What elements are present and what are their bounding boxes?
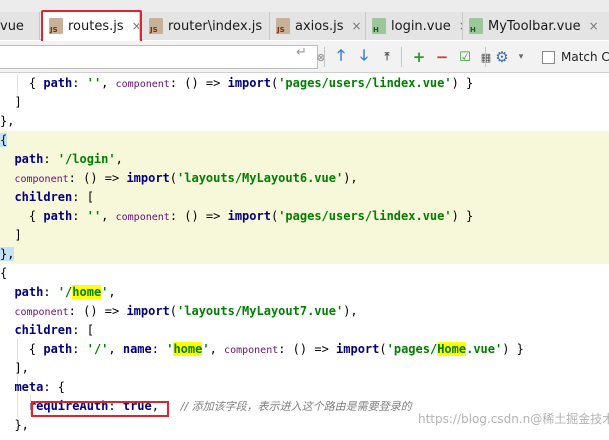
code-line: path: '/login', xyxy=(0,150,609,169)
tab-mytoolbar-vue[interactable]: MyToolbar.vue × xyxy=(463,12,609,40)
previous-occurrence-icon[interactable]: 🡑 xyxy=(332,46,350,66)
watermark-text: https://blog.csdn.n@稀土掘金技术社区 xyxy=(418,412,609,426)
tab-login-vue[interactable]: login.vue × xyxy=(366,12,463,40)
code-line: ], xyxy=(14,361,29,375)
match-case-checkbox[interactable] xyxy=(542,51,555,64)
toolbar-separator xyxy=(485,47,486,67)
code-line: { path: '', component: () => import('pag… xyxy=(28,76,474,90)
enter-icon: ↵ xyxy=(296,45,307,60)
tab-label: MyToolbar.vue xyxy=(488,18,581,34)
settings-gear-icon[interactable]: ⚙ xyxy=(493,48,511,66)
toolbar-separator xyxy=(324,47,325,67)
js-file-icon xyxy=(149,18,163,34)
close-tab-icon[interactable]: × xyxy=(352,19,362,33)
tab-label: axios.js xyxy=(295,18,344,34)
require-auth-highlight-box xyxy=(31,401,169,417)
code-line: { path: '/', name: 'home', component: ()… xyxy=(28,342,524,356)
remove-selection-icon[interactable]: − xyxy=(433,48,451,66)
tab-router-index-js[interactable]: router\index.js × xyxy=(143,12,270,40)
code-editor[interactable]: { path: '', component: () => import('pag… xyxy=(0,74,609,440)
code-line: path: '/home', xyxy=(14,285,116,299)
code-line: children: [ xyxy=(0,188,609,207)
code-line: }, xyxy=(0,245,609,264)
code-line: children: [ xyxy=(14,323,94,337)
tab-axios-js[interactable]: axios.js × xyxy=(270,12,366,40)
code-line: component: () => import('layouts/MyLayou… xyxy=(0,169,609,188)
code-line: { xyxy=(0,266,8,280)
code-line: ] xyxy=(14,95,22,109)
code-line: { path: '', component: () => import('pag… xyxy=(0,207,609,226)
tab-label: vue xyxy=(0,18,24,34)
code-line: { xyxy=(0,131,609,150)
find-toolbar: ↵ ⊗ 🡑 🡓 ⤒ + − ☑ ▦ ⚙ ▾ Match Ca xyxy=(0,41,609,73)
add-selection-icon[interactable]: + xyxy=(410,48,428,66)
code-line: }, xyxy=(0,114,15,128)
code-line: ] xyxy=(0,226,609,245)
js-file-icon xyxy=(276,18,290,34)
clear-search-icon[interactable]: ⊗ xyxy=(312,48,330,66)
code-line: component: () => import('layouts/MyLayou… xyxy=(14,304,358,318)
tab-previous-vue[interactable]: vue xyxy=(0,12,40,40)
dropdown-arrow-icon[interactable]: ▾ xyxy=(512,48,530,66)
select-all-occurrences-icon[interactable]: ☑ xyxy=(456,48,474,66)
match-case-label: Match Ca xyxy=(561,50,609,64)
tab-label: login.vue xyxy=(391,18,451,34)
vue-file-icon xyxy=(372,18,386,34)
tab-label: router\index.js xyxy=(168,18,263,34)
find-all-icon[interactable]: ⤒ xyxy=(378,48,396,66)
vue-file-icon xyxy=(469,18,483,34)
code-line: meta: { xyxy=(14,380,66,394)
search-input[interactable] xyxy=(0,45,318,69)
active-tab-highlight-box xyxy=(41,10,142,45)
toolbar-separator xyxy=(401,47,402,67)
close-tab-icon[interactable]: × xyxy=(589,19,599,33)
next-occurrence-icon[interactable]: 🡓 xyxy=(355,46,373,66)
editor-tab-bar: vue routes.js × router\index.js × axios.… xyxy=(0,0,609,45)
